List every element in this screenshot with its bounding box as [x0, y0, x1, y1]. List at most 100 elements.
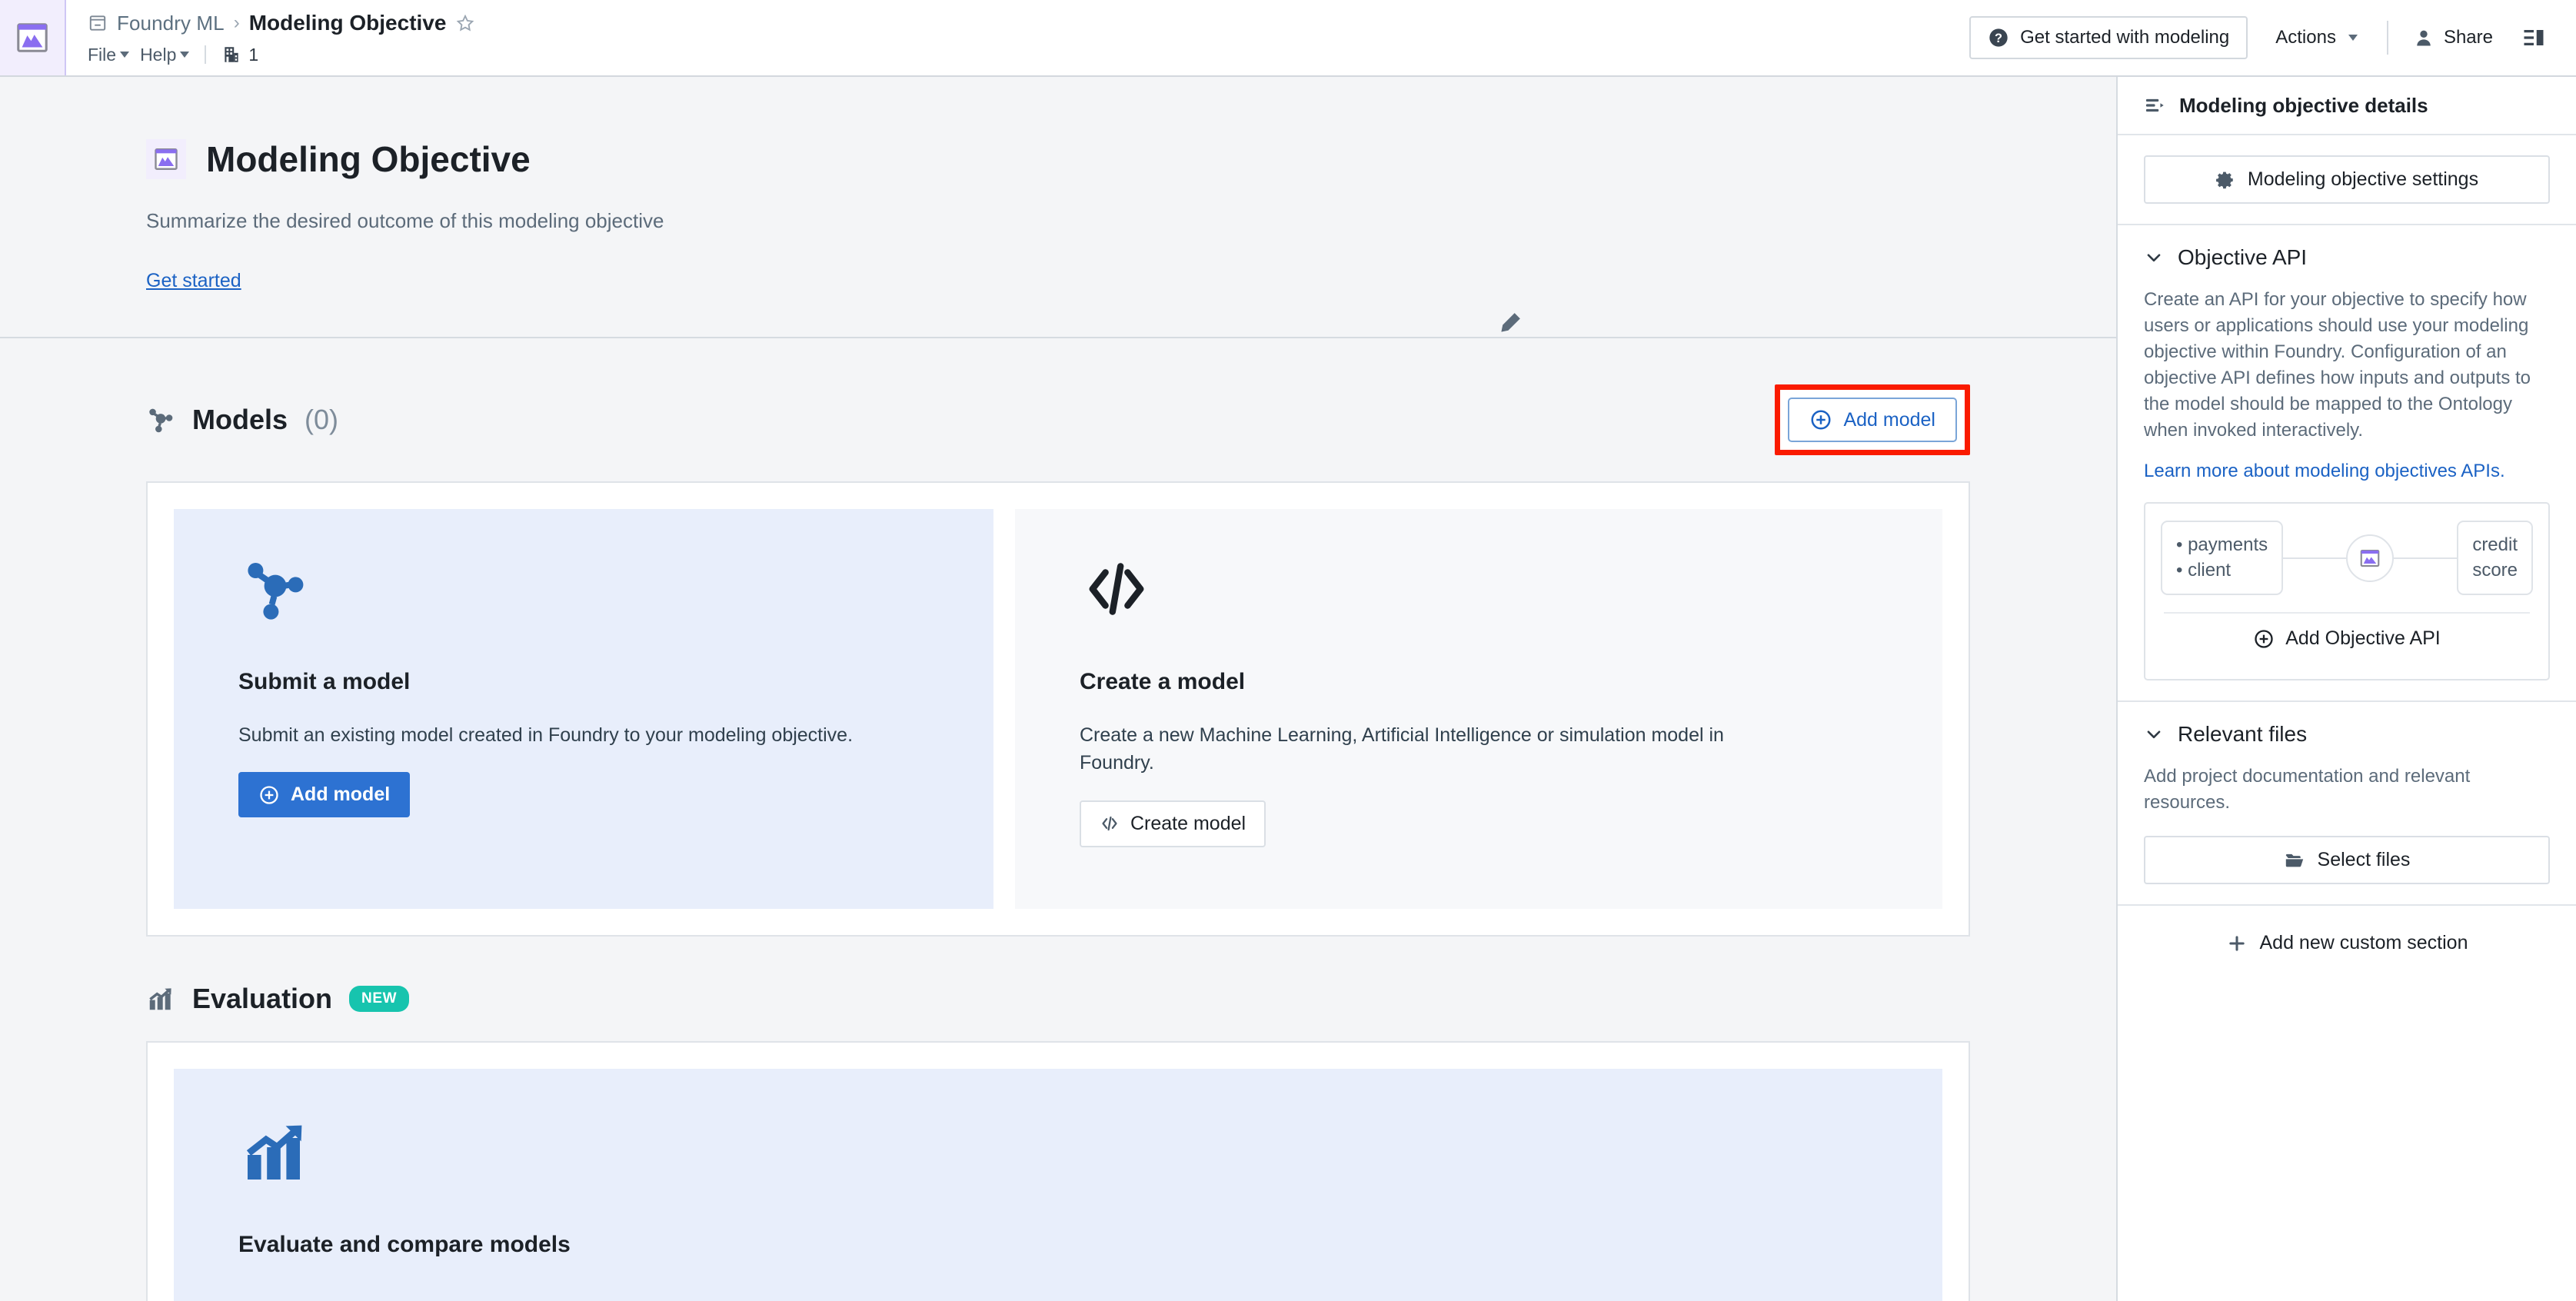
chart-mountain-icon	[146, 139, 186, 179]
add-model-card-label: Add model	[291, 784, 391, 806]
add-model-card-button[interactable]: Add model	[238, 772, 411, 818]
main-content: Modeling Objective Summarize the desired…	[0, 77, 2116, 1301]
building-icon	[221, 45, 241, 65]
evaluate-models-heading: Evaluate and compare models	[238, 1232, 571, 1257]
create-a-model-body: Create a new Machine Learning, Artificia…	[1080, 724, 1724, 774]
new-badge: NEW	[349, 986, 410, 1012]
top-bar: Foundry ML › Modeling Objective File Hel…	[0, 0, 2576, 77]
add-model-button[interactable]: Add model	[1788, 398, 1957, 442]
org-badge[interactable]: 1	[221, 45, 258, 65]
settings-button-label: Modeling objective settings	[2247, 168, 2479, 190]
breadcrumb-parent[interactable]: Foundry ML	[117, 12, 225, 35]
select-files-label: Select files	[2317, 849, 2411, 871]
hero-section: Modeling Objective Summarize the desired…	[0, 77, 2116, 338]
help-circle-icon: ?	[1988, 27, 2009, 48]
submit-a-model-card: Submit a model Submit an existing model …	[174, 509, 993, 909]
model-graph-icon	[146, 405, 175, 434]
plus-circle-icon	[258, 784, 280, 806]
toolbar-divider	[2386, 21, 2388, 55]
models-title: Models	[192, 404, 288, 435]
hero-subtitle: Summarize the desired outcome of this mo…	[146, 209, 664, 232]
api-inputs-node: • payments • client	[2161, 521, 2284, 596]
menu-file-label: File	[88, 44, 117, 65]
chevron-down-icon	[2144, 248, 2164, 268]
objective-api-header[interactable]: Objective API	[2144, 245, 2550, 270]
notebook-icon	[88, 13, 108, 33]
evaluation-card-shell: Evaluate and compare models	[146, 1041, 1970, 1301]
chart-up-icon	[146, 984, 175, 1013]
actions-button[interactable]: Actions	[2260, 18, 2373, 58]
models-title-wrap: Models (0)	[146, 404, 1775, 436]
objective-api-block: Objective API Create an API for your obj…	[2118, 225, 2576, 703]
submit-a-model-heading: Submit a model	[238, 669, 411, 694]
create-a-model-card: Create a model Create a new Machine Lear…	[1015, 509, 1942, 909]
relevant-files-block: Relevant files Add project documentation…	[2118, 702, 2576, 907]
add-objective-api-button[interactable]: Add Objective API	[2161, 615, 2533, 662]
chevron-down-icon	[2144, 724, 2164, 744]
menu-file[interactable]: File	[88, 44, 130, 65]
objective-api-diagram: • payments • client credit score	[2161, 521, 2533, 596]
chart-mountain-icon	[2346, 534, 2395, 582]
code-icon	[1080, 552, 1899, 626]
panel-layout-icon[interactable]	[2511, 18, 2556, 57]
model-graph-icon	[238, 552, 950, 626]
plus-circle-icon	[2253, 628, 2275, 650]
share-button[interactable]: Share	[2402, 18, 2504, 58]
api-output-node: credit score	[2457, 521, 2533, 596]
api-input-1: • client	[2176, 559, 2232, 581]
breadcrumb: Foundry ML › Modeling Objective	[88, 8, 1969, 38]
create-model-button[interactable]: Create model	[1080, 800, 1266, 847]
chevron-down-icon	[120, 52, 130, 58]
evaluate-and-compare-models-card: Evaluate and compare models	[174, 1069, 1942, 1301]
chevron-down-icon	[2348, 35, 2358, 41]
topbar-left: Foundry ML › Modeling Objective File Hel…	[66, 0, 1969, 75]
add-new-custom-section-button[interactable]: Add new custom section	[2118, 906, 2576, 980]
app-icon-strip[interactable]	[0, 0, 66, 75]
share-label: Share	[2443, 27, 2493, 48]
create-model-label: Create model	[1130, 812, 1246, 834]
hero-title-row: Modeling Objective	[146, 138, 2116, 180]
person-icon	[2413, 27, 2435, 48]
get-started-link[interactable]: Get started	[146, 270, 241, 292]
folder-open-icon	[2284, 850, 2305, 871]
modeling-objective-settings-button[interactable]: Modeling objective settings	[2144, 155, 2550, 204]
evaluation-section-header: Evaluation NEW	[146, 983, 2116, 1015]
details-panel-icon	[2144, 95, 2165, 116]
models-card-shell: Submit a model Submit an existing model …	[146, 481, 1970, 937]
pencil-icon[interactable]	[1495, 308, 1526, 338]
svg-text:?: ?	[1995, 32, 2002, 45]
menu-divider	[205, 45, 207, 64]
chart-mountain-icon	[15, 20, 50, 55]
get-started-with-modeling-button[interactable]: ? Get started with modeling	[1969, 16, 2248, 59]
objective-api-description: Create an API for your objective to spec…	[2144, 289, 2531, 441]
code-icon	[1100, 814, 1120, 834]
menu-help[interactable]: Help	[140, 45, 190, 65]
evaluation-section: Evaluation NEW Evaluate and compare mode…	[0, 983, 2116, 1301]
sidebar-settings-block: Modeling objective settings	[2118, 135, 2576, 225]
objective-api-title: Objective API	[2178, 245, 2308, 269]
page-title: Modeling Objective	[206, 139, 531, 179]
select-files-button[interactable]: Select files	[2144, 836, 2550, 885]
breadcrumb-separator: ›	[233, 12, 240, 33]
relevant-files-header[interactable]: Relevant files	[2144, 722, 2550, 747]
api-wire-right	[2394, 557, 2458, 559]
models-count: (0)	[305, 404, 339, 435]
gear-icon	[2215, 170, 2235, 190]
plus-icon	[2226, 933, 2248, 954]
api-input-0: • payments	[2176, 534, 2268, 556]
relevant-files-title: Relevant files	[2178, 722, 2308, 747]
submit-a-model-body: Submit an existing model created in Foun…	[238, 724, 854, 746]
plus-circle-icon	[1809, 408, 1832, 431]
sidebar-title: Modeling objective details	[2179, 93, 2428, 117]
star-outline-icon[interactable]	[455, 13, 475, 33]
relevant-files-description: Add project documentation and relevant r…	[2144, 766, 2471, 814]
add-model-label: Add model	[1843, 408, 1935, 431]
hero-divider	[0, 337, 2116, 338]
api-wire-left	[2283, 557, 2347, 559]
models-section-header: Models (0) Add model	[146, 384, 2116, 455]
add-new-custom-section-label: Add new custom section	[2259, 932, 2468, 954]
chevron-down-icon	[180, 52, 190, 58]
objective-api-learn-more-link[interactable]: Learn more about modeling objectives API…	[2144, 461, 2505, 482]
create-a-model-heading: Create a model	[1080, 669, 1246, 694]
evaluation-title-wrap: Evaluation NEW	[146, 983, 1970, 1015]
